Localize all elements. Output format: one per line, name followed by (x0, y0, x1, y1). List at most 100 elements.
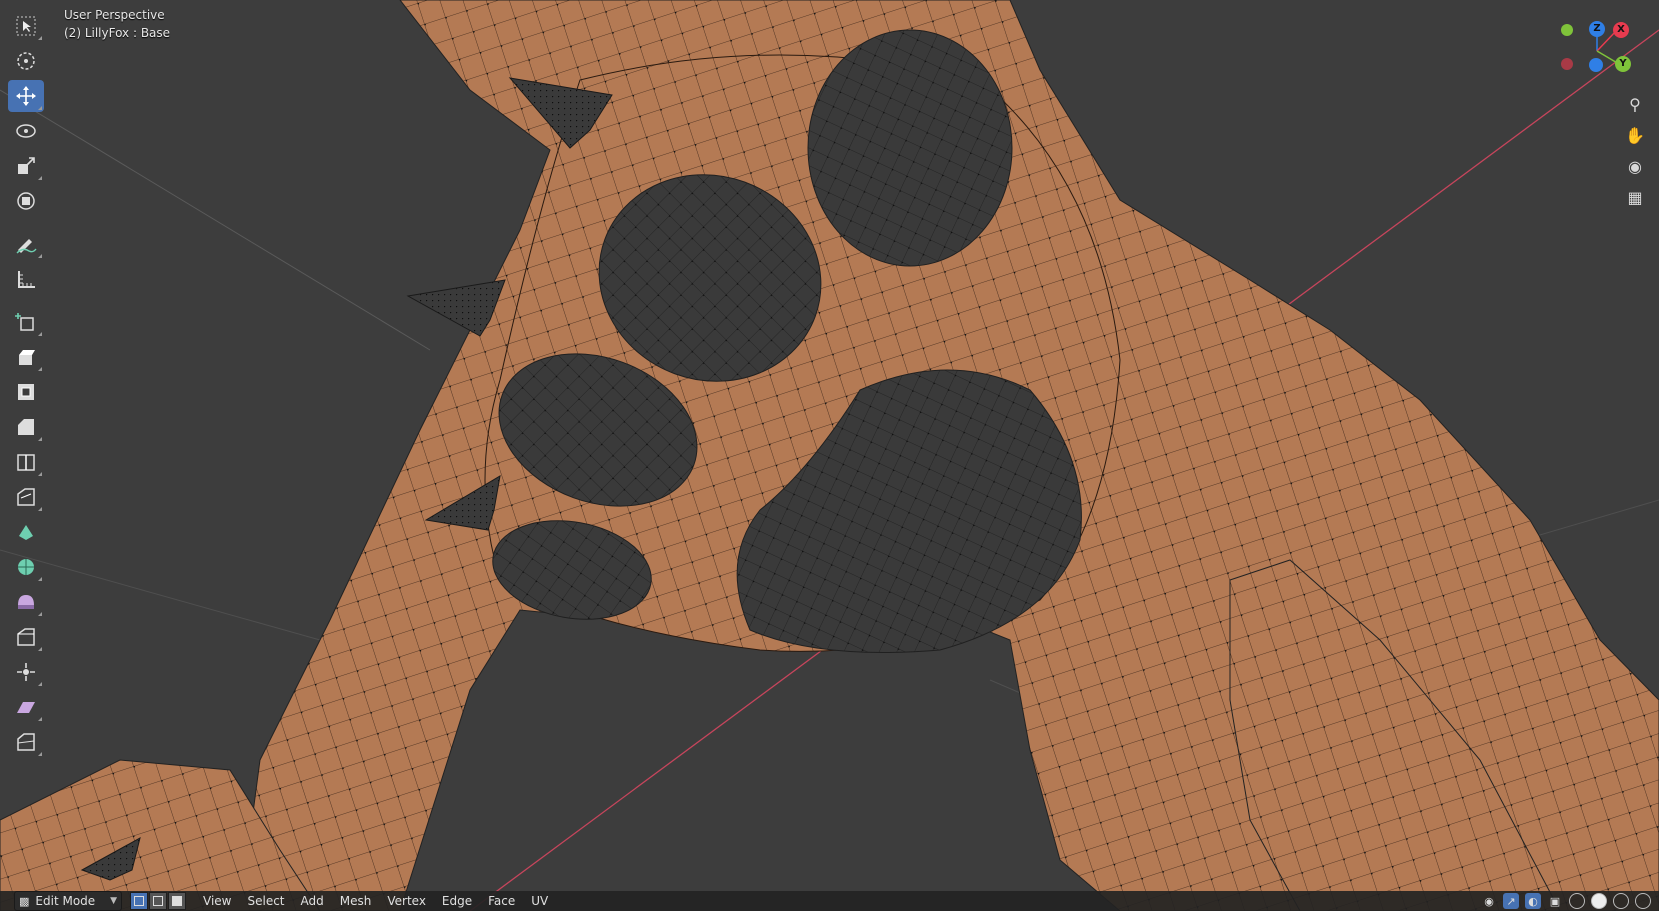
grid-icon: ▦ (1627, 187, 1643, 207)
shear-icon (17, 702, 35, 713)
extrude-tool[interactable] (8, 341, 44, 373)
neg-z-axis-dot[interactable] (1589, 58, 1603, 72)
measure-tool[interactable] (8, 263, 44, 295)
bevel-tool[interactable] (8, 411, 44, 443)
cursor-arrow-icon (16, 16, 36, 36)
smooth-icon (18, 595, 34, 609)
select-box-tool[interactable] (8, 10, 44, 42)
move-tool[interactable] (8, 80, 44, 112)
gizmo-icon: ↗ (1506, 894, 1516, 908)
rip-tool[interactable] (8, 726, 44, 758)
menu-view[interactable]: View (195, 894, 239, 908)
rendered-shading-button[interactable] (1635, 893, 1651, 909)
menu-select[interactable]: Select (239, 894, 292, 908)
viewport-canvas[interactable] (0, 0, 1659, 911)
menu-uv[interactable]: UV (523, 894, 556, 908)
ruler-icon (18, 271, 35, 288)
tool-shelf (8, 10, 48, 761)
overlay-toggle-button[interactable]: ◐ (1525, 893, 1541, 909)
edge-mode-icon (153, 896, 163, 906)
scale-tool[interactable] (8, 150, 44, 182)
hand-icon: ✋ (1625, 125, 1645, 145)
y-axis-label: Y (1619, 58, 1627, 69)
add-cube-tool[interactable] (8, 306, 44, 338)
xray-icon: ▣ (1549, 894, 1561, 908)
navigation-buttons: ⚲ ✋ ◉ ▦ (1621, 90, 1651, 214)
3d-viewport[interactable] (0, 0, 1659, 911)
inset-tool[interactable] (8, 376, 44, 408)
move-arrows-icon (16, 86, 36, 106)
ortho-toggle-button[interactable]: ▦ (1621, 183, 1649, 211)
menu-add[interactable]: Add (293, 894, 332, 908)
smooth-tool[interactable] (8, 586, 44, 618)
shrink-fatten-tool[interactable] (8, 656, 44, 688)
rotate-tool[interactable] (8, 115, 44, 147)
spin-icon (18, 559, 34, 575)
viewport-header: ▩ Edit Mode ▼ View Select Add Mesh Verte… (0, 891, 1659, 911)
select-mode-group (130, 892, 187, 910)
menu-mesh[interactable]: Mesh (332, 894, 380, 908)
face-select-button[interactable] (168, 892, 186, 910)
y-axis-button[interactable]: Y (1615, 56, 1631, 72)
inset-icon (18, 384, 34, 400)
mode-label: Edit Mode (35, 894, 96, 908)
grid-line (0, 89, 431, 351)
edge-slide-icon (17, 628, 35, 646)
transform-tool[interactable] (8, 185, 44, 217)
z-axis-label: Z (1593, 23, 1601, 34)
grid-line (0, 549, 321, 641)
toe-pad[interactable] (807, 29, 1013, 267)
loop-cut-tool[interactable] (8, 446, 44, 478)
navigation-gizmo[interactable]: Z X Y (1553, 18, 1643, 82)
scale-icon (18, 157, 35, 174)
menu-vertex[interactable]: Vertex (379, 894, 434, 908)
view-name: User Perspective (64, 8, 165, 22)
camera-icon: ◉ (1628, 156, 1642, 176)
pan-button[interactable]: ✋ (1621, 121, 1649, 149)
extrude-icon (19, 350, 35, 365)
z-axis-button[interactable]: Z (1589, 21, 1605, 37)
poly-build-tool[interactable] (8, 516, 44, 548)
zoom-icon: ⚲ (1629, 94, 1641, 114)
cursor-tool[interactable] (8, 45, 44, 77)
neg-x-axis-dot[interactable] (1561, 58, 1573, 70)
rip-icon (17, 733, 35, 751)
edit-mode-icon: ▩ (19, 894, 30, 908)
vertex-mode-icon (134, 896, 144, 906)
zoom-button[interactable]: ⚲ (1621, 90, 1649, 118)
edge-select-button[interactable] (149, 892, 167, 910)
3d-cursor-icon (17, 52, 35, 70)
menu-edge[interactable]: Edge (434, 894, 480, 908)
shrink-fatten-icon (17, 663, 35, 681)
x-axis-button[interactable]: X (1613, 22, 1629, 38)
object-info: (2) LillyFox : Base (64, 26, 171, 40)
neg-y-axis-dot[interactable] (1561, 24, 1573, 36)
visibility-button[interactable]: ◉ (1481, 893, 1497, 909)
rotate-icon (16, 124, 36, 138)
spin-tool[interactable] (8, 551, 44, 583)
knife-tool[interactable] (8, 481, 44, 513)
annotate-tool[interactable] (8, 228, 44, 260)
menu-face[interactable]: Face (480, 894, 523, 908)
chevron-down-icon: ▼ (110, 896, 117, 906)
material-shading-button[interactable] (1613, 893, 1629, 909)
eye-icon: ◉ (1484, 894, 1494, 908)
edge-slide-tool[interactable] (8, 621, 44, 653)
wireframe-shading-button[interactable] (1569, 893, 1585, 909)
camera-view-button[interactable]: ◉ (1621, 152, 1649, 180)
vertex-select-button[interactable] (130, 892, 148, 910)
solid-shading-button[interactable] (1591, 893, 1607, 909)
pencil-icon (16, 239, 37, 254)
knife-icon (17, 488, 35, 506)
face-mode-icon (172, 896, 182, 906)
poly-build-icon (19, 525, 33, 540)
gizmo-toggle-button[interactable]: ↗ (1503, 893, 1519, 909)
overlay-icon: ◐ (1528, 894, 1538, 908)
header-right-tools: ◉ ↗ ◐ ▣ (1481, 893, 1651, 909)
xray-toggle-button[interactable]: ▣ (1547, 893, 1563, 909)
bevel-icon (18, 419, 34, 435)
mode-dropdown[interactable]: ▩ Edit Mode ▼ (14, 891, 122, 911)
transform-icon (17, 192, 35, 210)
add-cube-icon (15, 313, 34, 331)
shear-tool[interactable] (8, 691, 44, 723)
